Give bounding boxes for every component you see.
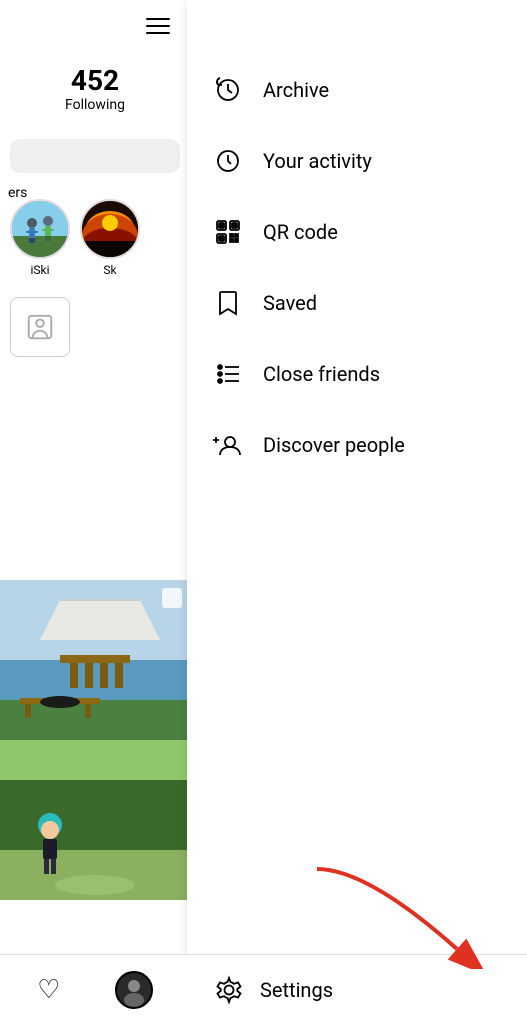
stories-row: iSki Sk	[0, 189, 190, 287]
svg-text:★: ★	[217, 379, 222, 385]
bottom-bar: ♡ Settings	[0, 954, 527, 1024]
discover-label: Discover people	[263, 433, 405, 457]
menu-item-activity[interactable]: Your activity	[187, 126, 527, 197]
settings-label[interactable]: Settings	[260, 978, 333, 1002]
archive-icon	[211, 73, 245, 107]
photo-placeholder-person	[0, 740, 190, 900]
bookmark-icon	[211, 286, 245, 320]
close-friends-icon: ★ ★ ★	[211, 357, 245, 391]
following-count: 452	[10, 64, 180, 97]
story-avatar-iski	[10, 199, 70, 259]
profile-button[interactable]	[115, 971, 153, 1009]
photo-1[interactable]	[0, 580, 190, 740]
heart-icon[interactable]: ♡	[37, 975, 60, 1005]
followers-partial-label: ers	[8, 185, 27, 201]
following-label: Following	[10, 97, 180, 113]
profile-avatar	[117, 973, 151, 1007]
hamburger-area	[0, 0, 190, 44]
bottom-left-actions: ♡	[0, 971, 190, 1009]
profile-panel: 452 Following ers	[0, 0, 190, 1024]
photo-placeholder-dock	[0, 580, 190, 740]
dropdown-menu: Archive Your activity	[187, 0, 527, 1024]
search-bar[interactable]	[10, 139, 180, 173]
photo-grid	[0, 580, 190, 900]
story-label-iski: iSki	[30, 263, 49, 277]
person-icon	[25, 312, 55, 342]
story-item-iski[interactable]: iSki	[10, 199, 70, 277]
activity-label: Your activity	[263, 149, 372, 173]
story-item-sk[interactable]: Sk	[80, 199, 140, 277]
following-section: 452 Following	[0, 44, 190, 123]
multi-photo-icon	[162, 588, 182, 608]
menu-item-saved[interactable]: Saved	[187, 268, 527, 339]
activity-icon	[211, 144, 245, 178]
sk-photo	[82, 201, 138, 257]
bottom-right-settings: Settings	[190, 975, 527, 1005]
menu-item-qrcode[interactable]: QR code	[187, 197, 527, 268]
menu-item-archive[interactable]: Archive	[187, 55, 527, 126]
photo-2[interactable]	[0, 740, 190, 900]
add-story-button[interactable]	[10, 297, 70, 357]
menu-item-close-friends[interactable]: ★ ★ ★ Close friends	[187, 339, 527, 410]
svg-text:★: ★	[217, 372, 222, 378]
menu-item-discover[interactable]: Discover people	[187, 410, 527, 481]
menu-list: Archive Your activity	[187, 0, 527, 481]
hamburger-button[interactable]	[146, 18, 170, 34]
settings-gear-icon[interactable]	[214, 975, 244, 1005]
discover-icon	[211, 428, 245, 462]
qrcode-label: QR code	[263, 220, 338, 244]
qr-icon	[211, 215, 245, 249]
svg-text:★: ★	[217, 365, 222, 371]
person-outdoors-scene	[0, 740, 190, 900]
iski-photo	[12, 201, 68, 257]
story-label-sk: Sk	[103, 263, 116, 277]
saved-label: Saved	[263, 291, 317, 315]
archive-label: Archive	[263, 78, 329, 102]
story-avatar-sk	[80, 199, 140, 259]
close-friends-label: Close friends	[263, 362, 380, 386]
